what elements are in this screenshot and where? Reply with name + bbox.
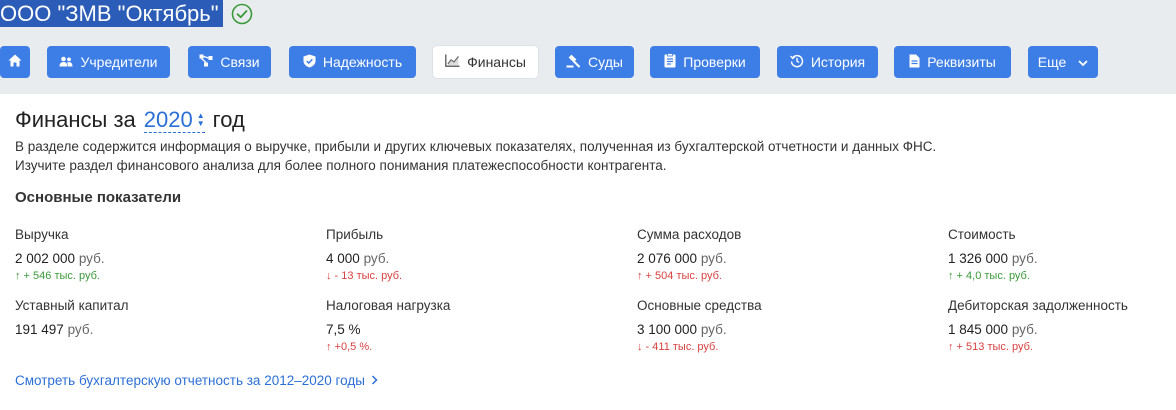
metric-delta: ↑ + 513 тыс. руб. [948, 341, 1033, 353]
metric-value-cost: Стоимость 1 326 000 руб. ↑ + 4,0 тыс. ру… [948, 226, 1038, 283]
metric-label: Уставный капитал [15, 298, 129, 313]
tab-connections-label: Связи [220, 54, 260, 70]
tab-founders[interactable]: Учредители [47, 46, 170, 78]
tab-finances[interactable]: Финансы [433, 46, 538, 78]
tab-history[interactable]: История [777, 46, 878, 78]
tab-history-label: История [810, 54, 866, 70]
more-menu-button[interactable]: Еще [1028, 46, 1098, 78]
metric-label: Выручка [15, 227, 69, 242]
year-value: 2020 [143, 107, 193, 132]
history-icon [789, 54, 804, 71]
tab-connections[interactable]: Связи [188, 46, 271, 78]
metric-delta: ↑ +0,5 %. [326, 341, 373, 353]
tab-inspections-label: Проверки [683, 54, 746, 70]
tab-requisites[interactable]: Реквизиты [894, 46, 1011, 78]
tab-courts-label: Суды [588, 54, 623, 70]
tab-inspections[interactable]: Проверки [650, 46, 760, 78]
network-icon [199, 54, 213, 70]
home-button[interactable] [0, 46, 30, 78]
more-menu-label: Еще [1037, 54, 1067, 70]
metric-tax-burden: Налоговая нагрузка 7,5 % ↑ +0,5 %. [326, 297, 450, 354]
tab-courts[interactable]: Суды [555, 46, 634, 78]
finance-header: Финансы за 2020 ▲ ▼ год [15, 107, 245, 137]
tab-reliability[interactable]: Надежность [289, 46, 416, 78]
metric-delta: ↑ + 504 тыс. руб. [637, 270, 722, 282]
gavel-icon [566, 54, 581, 71]
metric-profit: Прибыль 4 000 руб. ↓ - 13 тыс. руб. [326, 226, 402, 283]
metric-delta: ↓ - 411 тыс. руб. [637, 341, 719, 353]
chevron-down-icon [1078, 54, 1088, 70]
metric-value: 1 326 000 руб. [948, 251, 1038, 266]
sort-arrows-icon: ▲ ▼ [196, 111, 205, 128]
finance-title-suffix: год [212, 107, 245, 132]
metric-expenses: Сумма расходов 2 076 000 руб. ↑ + 504 ты… [637, 226, 741, 283]
metric-value: 1 845 000 руб. [948, 322, 1038, 337]
metric-value: 4 000 руб. [326, 251, 390, 266]
metric-value: 3 100 000 руб. [637, 322, 727, 337]
check-circle-icon [231, 3, 253, 25]
metric-value: 191 497 руб. [15, 322, 94, 337]
company-title: ООО "ЗМВ "Октябрь" [0, 0, 253, 27]
metric-value: 2 002 000 руб. [15, 251, 105, 266]
metric-label: Стоимость [948, 227, 1016, 242]
metric-delta: ↓ - 13 тыс. руб. [326, 270, 403, 282]
metric-value: 7,5 % [326, 322, 361, 337]
metric-authorized-capital: Уставный капитал 191 497 руб. [15, 297, 129, 339]
document-icon [909, 54, 920, 71]
report-link[interactable]: Смотреть бухгалтерскую отчетность за 201… [15, 373, 378, 388]
home-icon [8, 54, 22, 70]
shield-icon [303, 54, 316, 71]
users-icon [59, 54, 73, 70]
company-name: ООО "ЗМВ "Октябрь" [0, 0, 223, 27]
report-link-label: Смотреть бухгалтерскую отчетность за 201… [15, 373, 365, 388]
tab-requisites-label: Реквизиты [927, 54, 996, 70]
metric-label: Налоговая нагрузка [326, 298, 451, 313]
chart-icon [445, 54, 460, 70]
metric-label: Сумма расходов [637, 227, 742, 242]
finance-title-prefix: Финансы за [15, 107, 136, 132]
metric-label: Прибыль [326, 227, 384, 242]
tab-finances-label: Финансы [467, 54, 526, 70]
tab-reliability-label: Надежность [322, 54, 403, 70]
chevron-right-icon [371, 373, 378, 388]
metric-delta: ↑ + 4,0 тыс. руб. [948, 270, 1030, 282]
metric-value: 2 076 000 руб. [637, 251, 727, 266]
clipboard-icon [664, 53, 676, 71]
tab-founders-label: Учредители [80, 54, 158, 70]
metric-receivables: Дебиторская задолженность 1 845 000 руб.… [948, 297, 1128, 354]
section-title: Основные показатели [15, 189, 182, 206]
year-select[interactable]: 2020 ▲ ▼ [143, 107, 205, 133]
metric-label: Дебиторская задолженность [948, 298, 1128, 313]
metric-label: Основные средства [637, 298, 762, 313]
metric-delta: ↑ + 546 тыс. руб. [15, 270, 100, 282]
metric-revenue: Выручка 2 002 000 руб. ↑ + 546 тыс. руб. [15, 226, 105, 283]
finance-description: В разделе содержится информация о выручк… [15, 139, 937, 173]
metric-fixed-assets: Основные средства 3 100 000 руб. ↓ - 411… [637, 297, 762, 354]
